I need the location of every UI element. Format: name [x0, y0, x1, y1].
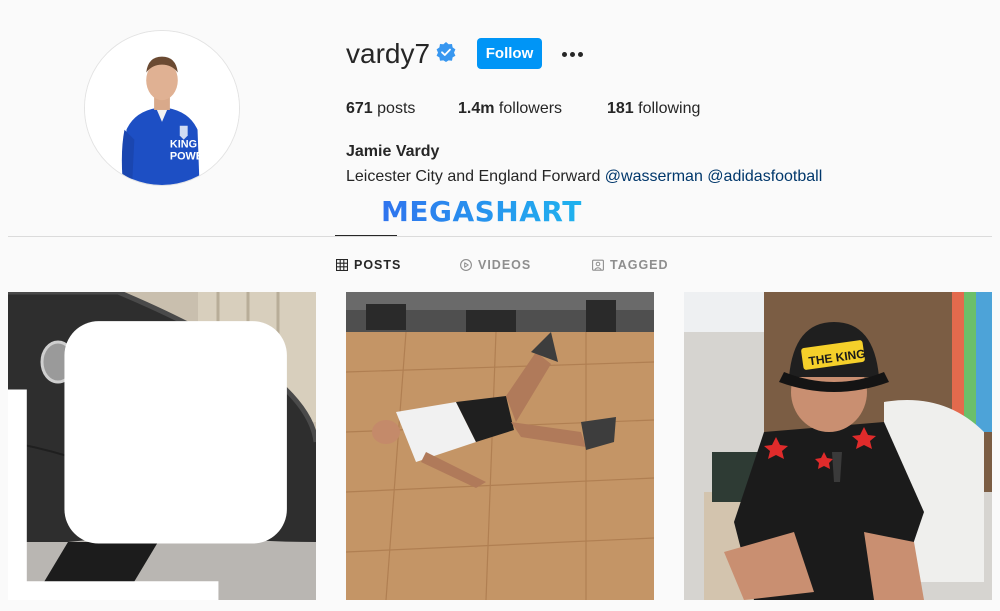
follow-button[interactable]: Follow: [477, 38, 542, 69]
followers-count-label: followers: [494, 100, 563, 117]
tab-tagged[interactable]: TAGGED: [592, 256, 669, 274]
bio-text: Leicester City and England Forward: [346, 168, 605, 185]
bio-mention-wasserman[interactable]: @wasserman: [605, 168, 703, 185]
grid-icon: [336, 259, 348, 271]
the-king-cap-photo: THE KING: [684, 292, 992, 600]
multiple-photos-icon: [8, 321, 287, 600]
watermark-text: MEGASHART: [381, 194, 582, 228]
post-thumbnail-1[interactable]: [8, 292, 316, 600]
play-circle-icon: [460, 259, 472, 271]
active-tab-indicator: [335, 235, 397, 236]
avatar-image: KING POWE: [85, 31, 239, 185]
profile-username: vardy7: [346, 38, 431, 69]
following-count[interactable]: 181 following: [607, 100, 700, 118]
profile-full-name: Jamie Vardy: [346, 143, 440, 160]
verified-badge-icon: [436, 42, 456, 62]
tab-posts[interactable]: POSTS: [336, 256, 401, 274]
watermark: MEGASHART: [381, 194, 582, 228]
tab-tagged-label: TAGGED: [610, 258, 669, 272]
more-options-icon[interactable]: [558, 40, 586, 68]
profile-bio: Leicester City and England Forward @wass…: [346, 168, 822, 186]
tab-posts-label: POSTS: [354, 258, 402, 272]
avatar-shirt-text-1: KING: [170, 138, 197, 150]
following-count-label: following: [633, 100, 701, 117]
posts-count-value: 671: [346, 100, 373, 117]
bio-mention-adidasfootball[interactable]: @adidasfootball: [707, 168, 822, 185]
profile-divider: [8, 236, 992, 237]
tag-icon: [592, 259, 604, 271]
post-thumbnail-3[interactable]: THE KING: [684, 292, 992, 600]
posts-count-label: posts: [372, 100, 416, 117]
avatar-shirt-text-2: POWE: [170, 150, 203, 162]
following-count-value: 181: [607, 100, 634, 117]
profile-avatar[interactable]: KING POWE: [84, 30, 240, 186]
posts-count: 671 posts: [346, 100, 415, 118]
post-thumbnail-2[interactable]: [346, 292, 654, 600]
tab-videos[interactable]: VIDEOS: [460, 256, 531, 274]
followers-count-value: 1.4m: [458, 100, 495, 117]
tab-videos-label: VIDEOS: [478, 258, 532, 272]
floor-exercise-photo: [346, 292, 654, 600]
followers-count[interactable]: 1.4m followers: [458, 100, 562, 118]
